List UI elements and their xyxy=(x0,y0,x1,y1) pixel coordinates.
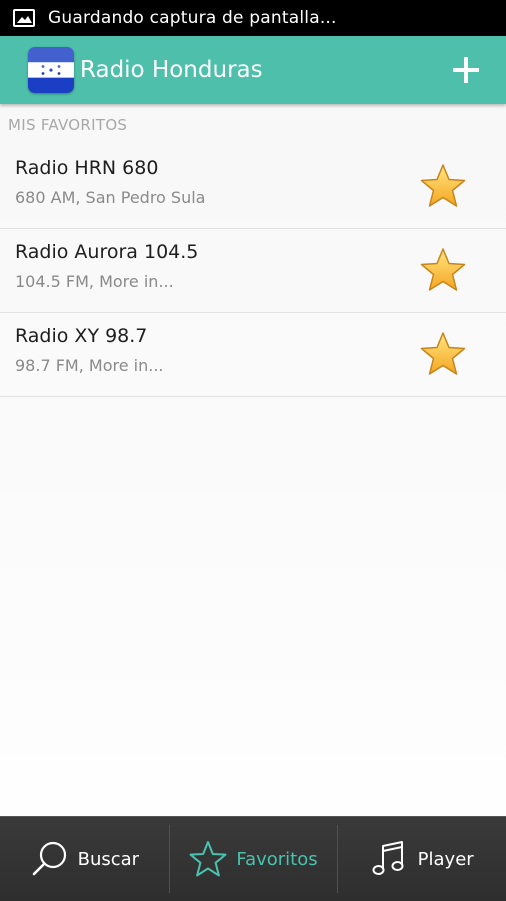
station-name: Radio HRN 680 xyxy=(15,157,159,179)
plus-icon xyxy=(453,57,479,83)
station-name: Radio Aurora 104.5 xyxy=(15,241,199,263)
tab-favoritos[interactable]: Favoritos xyxy=(168,817,338,901)
tab-buscar[interactable]: Buscar xyxy=(0,817,169,901)
star-icon[interactable] xyxy=(419,163,467,209)
honduras-flag-icon[interactable] xyxy=(28,47,74,93)
list-item[interactable]: Radio HRN 680 680 AM, San Pedro Sula xyxy=(0,145,506,229)
section-header-favorites: MIS FAVORITOS xyxy=(8,116,128,134)
add-station-button[interactable] xyxy=(436,36,496,104)
list-item[interactable]: Radio Aurora 104.5 104.5 FM, More in... xyxy=(0,229,506,313)
favorites-list: Radio HRN 680 680 AM, San Pedro Sula Rad… xyxy=(0,145,506,397)
status-notification-text: Guardando captura de pantalla... xyxy=(48,8,337,28)
list-item[interactable]: Radio XY 98.7 98.7 FM, More in... xyxy=(0,313,506,397)
action-bar: Radio Honduras xyxy=(0,36,506,104)
tab-label: Player xyxy=(417,848,474,870)
tab-player[interactable]: Player xyxy=(337,817,506,901)
music-note-icon xyxy=(372,841,404,875)
status-bar: Guardando captura de pantalla... xyxy=(0,0,506,36)
station-detail: 680 AM, San Pedro Sula xyxy=(15,188,206,207)
station-name: Radio XY 98.7 xyxy=(15,325,148,347)
tab-label: Buscar xyxy=(77,848,140,870)
search-icon xyxy=(32,841,66,876)
star-icon[interactable] xyxy=(419,247,467,293)
image-icon xyxy=(13,9,35,27)
app-title: Radio Honduras xyxy=(80,57,263,83)
station-detail: 104.5 FM, More in... xyxy=(15,272,174,291)
tab-label: Favoritos xyxy=(236,848,318,870)
station-detail: 98.7 FM, More in... xyxy=(15,356,164,375)
bottom-navigation: Buscar Favoritos Player xyxy=(0,816,506,901)
star-icon[interactable] xyxy=(419,331,467,377)
star-icon xyxy=(189,841,227,877)
